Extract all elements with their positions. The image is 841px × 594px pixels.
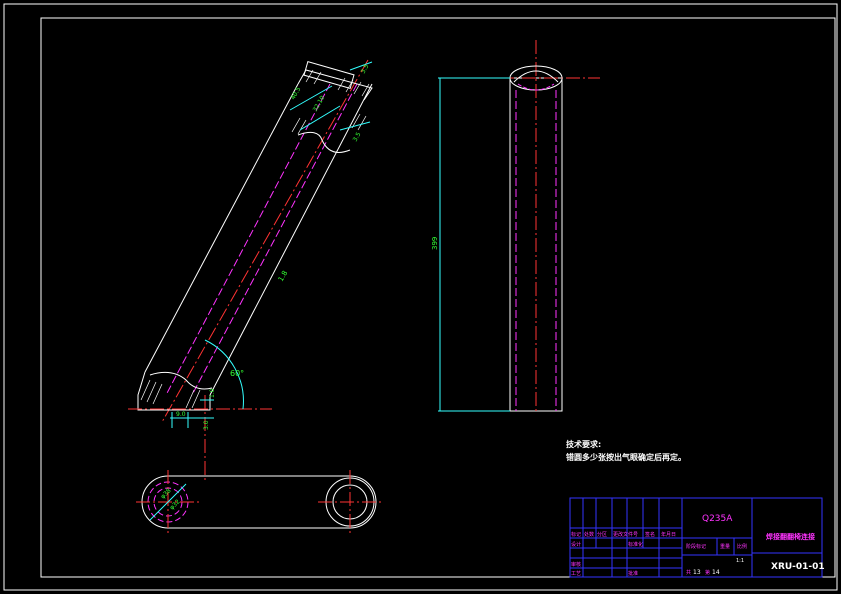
dim-bot-b: 3.0 [203,420,210,430]
tb-r1-5: 年月日 [661,531,676,538]
tb-r3-0: 审核 [571,561,581,568]
part-name: 焊接翻翻椅连接 [766,532,815,541]
dim-top-d: 3.5 [352,131,363,143]
drawing-number: XRU-01-01 [771,562,825,572]
tb-stage-1: 重量 [720,543,730,550]
tb-r1-4: 签名 [645,531,655,538]
cad-drawing-sheet: 40.5 32.10 3.5 3.5 1.8 60° 9.0 3.0 1.0 3… [3,3,838,591]
tech-req-title: 技术要求: [566,439,601,449]
inclined-pipe-view [128,59,373,480]
pipe-centerline [161,59,369,423]
dim-length: 399 [431,237,439,250]
tb-sheet-count-a: 13 [693,569,701,576]
tb-r1-3: 更改文件号 [613,531,638,538]
tb-sheet-count-b: 14 [712,569,720,576]
tb-r1-1: 处数 [584,531,594,538]
dim-top-b: 32.10 [312,94,327,113]
straight-pipe-view [438,40,600,412]
tech-req-line1: 错圆多少张按出气眼确定后再定。 [566,452,686,462]
dim-angle: 60° [230,369,244,378]
dim-bot-a: 9.0 [176,411,186,418]
tb-stage-2: 比例 [737,543,747,550]
outer-border [3,3,838,591]
tb-r1-0: 标记 [571,531,581,538]
tb-r2-3: 标准化 [628,541,643,548]
dim-pipe-angle: 1.8 [277,269,289,283]
tb-r4-3: 批准 [628,570,638,577]
dim-top-a: 40.5 [290,86,303,101]
dim-top-c: 3.5 [360,63,371,75]
tb-stage-0: 阶段标记 [686,543,706,550]
material-label: Q235A [702,514,733,524]
tb-scale-value: 1:1 [736,558,744,564]
tb-r2-0: 设计 [571,541,581,548]
inner-border [40,17,836,578]
tb-sheet-label-a: 共 [686,569,691,576]
tb-r1-2: 分区 [597,531,607,538]
tb-r4-0: 工艺 [571,571,581,577]
dim-bot-c: 1.0 [209,388,216,398]
tb-sheet-label-b: 第 [705,569,710,576]
